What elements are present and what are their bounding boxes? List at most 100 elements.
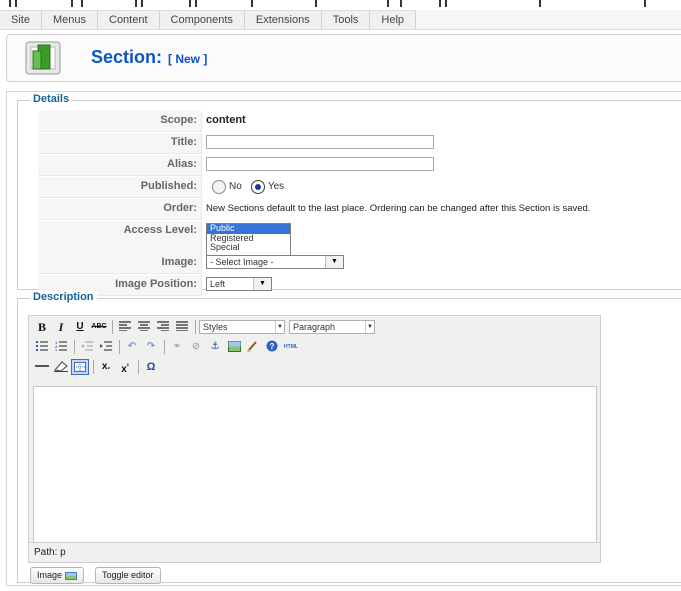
alias-value-cell bbox=[206, 155, 446, 176]
image-button[interactable]: Image bbox=[30, 567, 84, 584]
image-value-cell: - Select Image - ▼ bbox=[206, 253, 366, 274]
image-position-row: Image Position: Left ▼ bbox=[38, 275, 681, 297]
chevron-down-icon: ▼ bbox=[365, 321, 374, 333]
image-position-value: Left bbox=[210, 279, 226, 289]
unlink-icon[interactable]: ⊘ bbox=[187, 339, 205, 355]
image-select-value: - Select Image - bbox=[210, 257, 274, 267]
published-label: Published: bbox=[38, 177, 202, 198]
align-left-icon[interactable] bbox=[116, 319, 134, 335]
styles-select[interactable]: Styles ▼ bbox=[199, 320, 285, 334]
remove-format-icon[interactable] bbox=[52, 359, 70, 375]
page-subtitle: [ New ] bbox=[168, 52, 208, 66]
image-icon bbox=[64, 571, 77, 580]
styles-select-value: Styles bbox=[203, 322, 228, 332]
bullet-list-icon[interactable] bbox=[33, 339, 51, 355]
italic-icon[interactable]: I bbox=[52, 319, 70, 335]
access-option-special[interactable]: Special bbox=[207, 242, 290, 253]
main-panel: Details Scope: content Title: Alias: Pub… bbox=[6, 91, 681, 586]
order-text: New Sections default to the last place. … bbox=[206, 203, 591, 214]
rich-text-editor: B I U ABC Styles ▼ Paragraph ▼ 1 2 3 ↶ ↷… bbox=[28, 315, 601, 563]
editor-toolbar-row-2: 123 ↶ ↷ ⚭ ⊘ ⚓ ? HTML bbox=[33, 338, 301, 356]
html-source-icon[interactable]: HTML bbox=[282, 339, 300, 355]
subscript-icon[interactable]: x₂ bbox=[97, 359, 115, 375]
editor-toolbar-row-1: B I U ABC Styles ▼ Paragraph ▼ bbox=[33, 318, 379, 336]
published-yes-radio[interactable] bbox=[250, 179, 265, 194]
superscript-icon[interactable]: x² bbox=[116, 359, 134, 375]
numbered-list-icon[interactable]: 123 bbox=[52, 339, 70, 355]
anchor-icon[interactable]: ⚓ bbox=[206, 339, 224, 355]
chevron-down-icon: ▼ bbox=[325, 256, 343, 268]
menu-help[interactable]: Help bbox=[370, 11, 417, 29]
main-menu: Site Menus Content Components Extensions… bbox=[0, 10, 417, 30]
align-justify-icon[interactable] bbox=[173, 319, 191, 335]
chevron-down-icon: ▼ bbox=[253, 278, 271, 290]
title-value-cell bbox=[206, 133, 446, 154]
top-strip-marks bbox=[9, 0, 646, 7]
page-title-text: Section: bbox=[91, 47, 163, 67]
editor-content-area[interactable] bbox=[33, 386, 597, 543]
page-title: Section: [ New ] bbox=[91, 47, 207, 68]
toolbar-box: Section: [ New ] bbox=[6, 34, 681, 82]
undo-icon[interactable]: ↶ bbox=[123, 339, 141, 355]
section-icon bbox=[25, 41, 61, 75]
title-label: Title: bbox=[38, 133, 202, 154]
details-fieldset: Details Scope: content Title: Alias: Pub… bbox=[17, 93, 681, 297]
bold-icon[interactable]: B bbox=[33, 319, 51, 335]
redo-icon[interactable]: ↷ bbox=[142, 339, 160, 355]
toolbar-separator bbox=[195, 320, 196, 334]
image-label: Image: bbox=[38, 253, 202, 274]
help-icon[interactable]: ? bbox=[263, 339, 281, 355]
outdent-icon[interactable] bbox=[78, 339, 96, 355]
underline-icon[interactable]: U bbox=[71, 319, 89, 335]
access-level-listbox[interactable]: Public Registered Special bbox=[206, 223, 291, 256]
order-label: Order: bbox=[38, 199, 202, 220]
menu-content[interactable]: Content bbox=[98, 11, 160, 29]
toggle-editor-button[interactable]: Toggle editor bbox=[95, 567, 161, 584]
insert-image-icon[interactable] bbox=[225, 339, 243, 355]
menu-tools[interactable]: Tools bbox=[322, 11, 371, 29]
strikethrough-icon[interactable]: ABC bbox=[90, 319, 108, 335]
visual-aid-icon[interactable] bbox=[71, 359, 89, 375]
toolbar-separator bbox=[112, 320, 113, 334]
image-position-select[interactable]: Left ▼ bbox=[206, 277, 272, 291]
menu-extensions[interactable]: Extensions bbox=[245, 11, 322, 29]
published-row: Published: No Yes bbox=[38, 177, 681, 199]
toolbar-separator bbox=[119, 340, 120, 354]
scope-value: content bbox=[206, 114, 246, 126]
menu-components[interactable]: Components bbox=[160, 11, 245, 29]
image-select[interactable]: - Select Image - ▼ bbox=[206, 255, 344, 269]
scope-label: Scope: bbox=[38, 111, 202, 132]
editor-toolbar-row-3: x₂ x² Ω bbox=[33, 358, 161, 376]
published-yes-label: Yes bbox=[267, 181, 285, 192]
format-select[interactable]: Paragraph ▼ bbox=[289, 320, 375, 334]
indent-icon[interactable] bbox=[97, 339, 115, 355]
scope-row: Scope: content bbox=[38, 111, 681, 133]
alias-label: Alias: bbox=[38, 155, 202, 176]
order-row: Order: New Sections default to the last … bbox=[38, 199, 681, 221]
title-input[interactable] bbox=[206, 135, 434, 149]
toolbar-separator bbox=[138, 360, 139, 374]
link-icon[interactable]: ⚭ bbox=[168, 339, 186, 355]
editor-path-status: Path: p bbox=[29, 542, 600, 562]
image-position-cell: Left ▼ bbox=[206, 275, 286, 296]
description-fieldset: Description B I U ABC Styles ▼ Paragraph… bbox=[17, 291, 681, 584]
image-row: Image: - Select Image - ▼ bbox=[38, 253, 681, 275]
alias-row: Alias: bbox=[38, 155, 681, 177]
toolbar-separator bbox=[93, 360, 94, 374]
align-center-icon[interactable] bbox=[135, 319, 153, 335]
top-strip bbox=[0, 0, 681, 10]
cleanup-icon[interactable] bbox=[244, 339, 262, 355]
align-right-icon[interactable] bbox=[154, 319, 172, 335]
horizontal-rule-icon[interactable] bbox=[33, 359, 51, 375]
special-character-icon[interactable]: Ω bbox=[142, 359, 160, 375]
toolbar-separator bbox=[74, 340, 75, 354]
menu-menus[interactable]: Menus bbox=[42, 11, 98, 29]
toolbar-separator bbox=[164, 340, 165, 354]
alias-input[interactable] bbox=[206, 157, 434, 171]
menu-site[interactable]: Site bbox=[0, 11, 42, 29]
chevron-down-icon: ▼ bbox=[275, 321, 284, 333]
svg-text:?: ? bbox=[270, 342, 275, 351]
published-no-radio[interactable] bbox=[212, 179, 226, 194]
details-legend: Details bbox=[30, 93, 73, 105]
description-legend: Description bbox=[30, 291, 97, 303]
